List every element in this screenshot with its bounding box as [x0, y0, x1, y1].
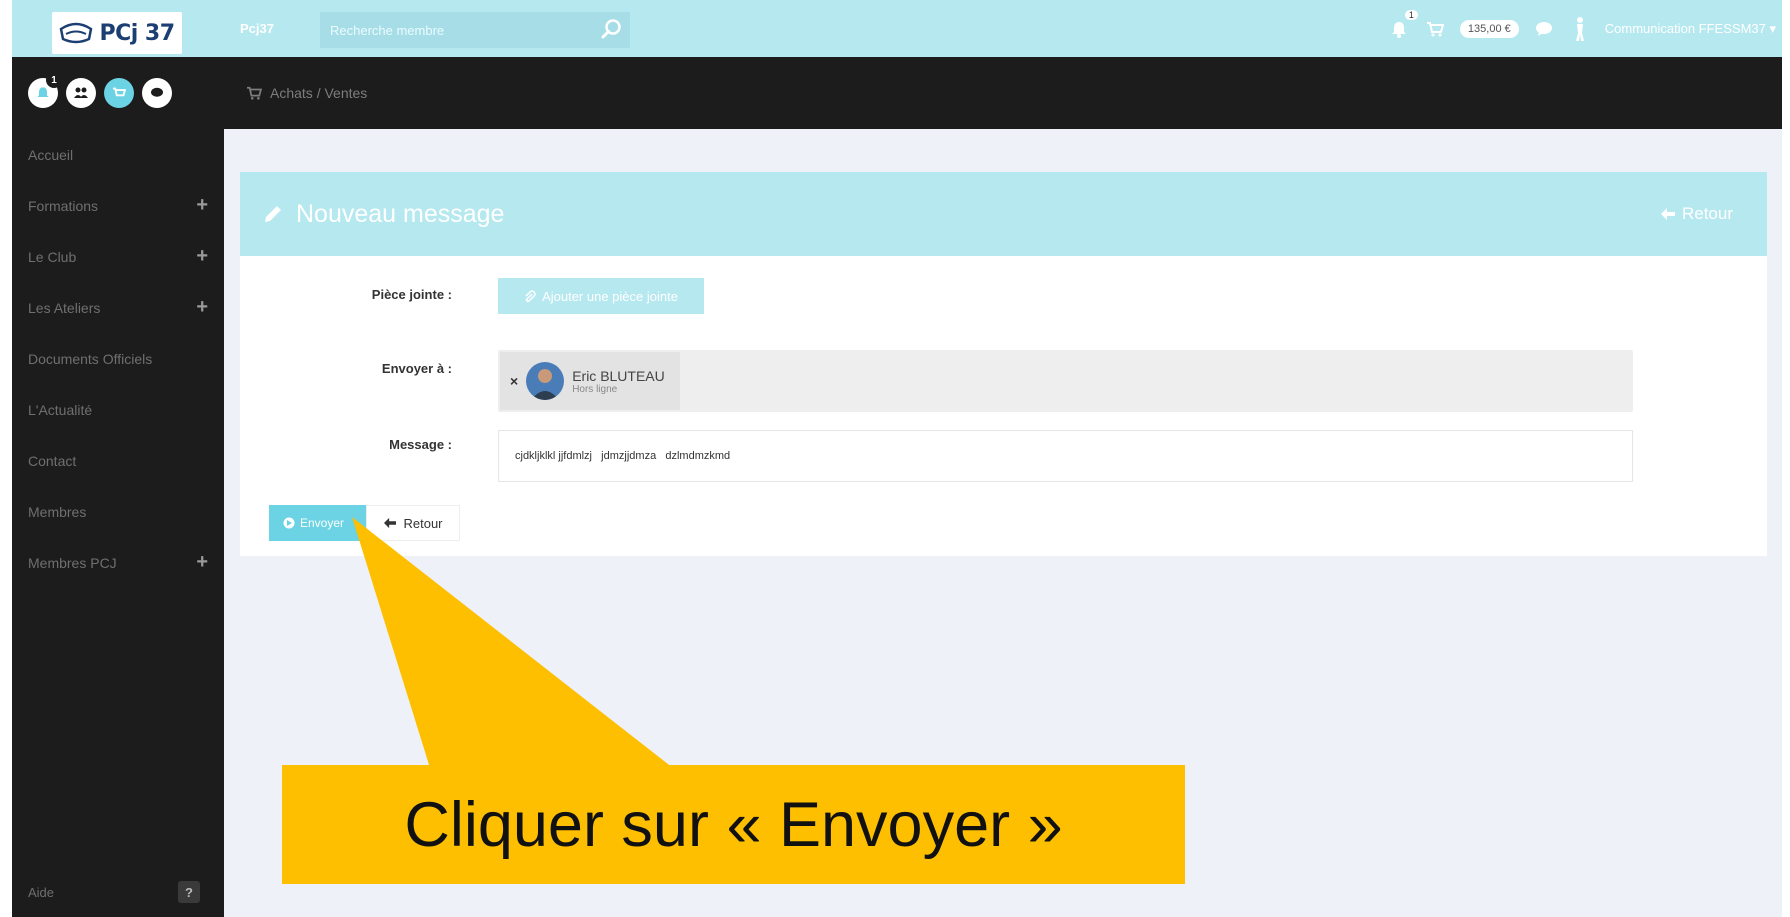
chat-icon [1535, 21, 1552, 36]
sidebar-item-label: Contact [28, 452, 77, 469]
user-avatar[interactable] [1569, 16, 1591, 41]
sidebar-chat-button[interactable] [142, 78, 172, 108]
cart-icon [247, 86, 262, 100]
brand-link[interactable]: Pcj37 [240, 21, 274, 36]
add-attachment-label: Ajouter une pièce jointe [542, 288, 678, 304]
bell-icon [37, 87, 49, 97]
sidebar-cart-button[interactable] [104, 78, 134, 108]
sidebar-item-label: Les Ateliers [28, 299, 101, 316]
diver-icon [1575, 16, 1584, 41]
sidebar-item-membres-pcj[interactable]: Membres PCJ + [12, 537, 224, 588]
attachment-label: Pièce jointe : [371, 287, 452, 302]
paperclip-icon [525, 290, 536, 302]
expand-plus-icon[interactable]: + [196, 296, 208, 319]
recipient-label: Envoyer à : [381, 361, 452, 376]
breadcrumb-label[interactable]: Achats / Ventes [270, 85, 367, 101]
instruction-callout: Cliquer sur « Envoyer » [282, 765, 1185, 884]
message-label: Message : [389, 437, 452, 452]
bell-icon [1391, 21, 1406, 38]
cart-button[interactable] [1424, 18, 1446, 40]
top-right-actions: 1 135,00 € Communication FFESSM37 ▾ [1388, 0, 1782, 57]
sidebar-item-label: Documents Officiels [28, 350, 153, 367]
sidebar-item-les-ateliers[interactable]: Les Ateliers + [12, 282, 224, 333]
expand-plus-icon[interactable]: + [196, 194, 208, 217]
cancel-button-label: Retour [403, 515, 443, 531]
cart-icon [113, 87, 126, 97]
sidebar-notifications-button[interactable]: 1 [28, 72, 62, 108]
expand-plus-icon[interactable]: + [196, 245, 208, 268]
help-icon[interactable]: ? [178, 881, 200, 903]
send-circle-icon [283, 517, 295, 529]
sidebar-help[interactable]: Aide ? [12, 867, 224, 917]
sidebar-item-l-actualit-[interactable]: L'Actualité [12, 384, 224, 435]
recipient-chip: × Eric BLUTEAU Hors ligne [500, 352, 680, 410]
send-button[interactable]: Envoyer [269, 505, 367, 541]
sidebar-nav: Accueil Formations + Le Club + Les Ateliers + D… [12, 129, 224, 588]
send-button-label: Envoyer [300, 516, 345, 530]
expand-plus-icon[interactable]: + [196, 551, 208, 574]
page-title: Nouveau message [296, 199, 505, 228]
sidebar-item-label: Membres PCJ [28, 554, 117, 571]
sidebar-item-label: Membres [28, 503, 87, 520]
sidebar-group-button[interactable] [66, 78, 96, 108]
remove-recipient-icon[interactable]: × [510, 373, 518, 389]
sidebar-item-label: Formations [28, 197, 99, 214]
arrow-left-icon [384, 517, 397, 529]
header-back-label: Retour [1681, 204, 1733, 223]
sidebar-item-label: Accueil [28, 146, 74, 163]
site-logo[interactable]: PCj 37 [52, 12, 182, 54]
chat-icon [151, 87, 163, 97]
mask-logo-icon [60, 22, 93, 44]
recipient-status: Hors ligne [572, 383, 618, 395]
header-back-button[interactable]: Retour [1660, 204, 1733, 224]
group-icon [74, 87, 88, 98]
sidebar: 1 Accueil Formations + Le Club + Les Ateliers… [12, 57, 224, 917]
notification-bell[interactable]: 1 [1388, 9, 1418, 40]
panel-header: Nouveau message Retour [240, 172, 1767, 256]
app-window: PCj 37 Pcj37 1 135,00 € [12, 0, 1782, 917]
top-bar: PCj 37 Pcj37 1 135,00 € [12, 0, 1782, 57]
breadcrumb: Achats / Ventes [224, 57, 1782, 129]
sidebar-item-le-club[interactable]: Le Club + [12, 231, 224, 282]
recipient-name: Eric BLUTEAU [572, 367, 665, 384]
sidebar-item-accueil[interactable]: Accueil [12, 129, 224, 180]
message-input[interactable] [498, 430, 1633, 482]
user-menu[interactable]: Communication FFESSM37 ▾ [1605, 21, 1776, 37]
cancel-button[interactable]: Retour [366, 505, 460, 541]
sidebar-item-label: L'Actualité [28, 401, 93, 418]
notification-count: 1 [1404, 9, 1418, 20]
messages-button[interactable] [1533, 18, 1555, 40]
arrow-left-icon [1660, 208, 1675, 220]
sidebar-item-membres[interactable]: Membres [12, 486, 224, 537]
search-icon[interactable] [599, 18, 623, 42]
logo-text: PCj 37 [99, 20, 175, 46]
sidebar-item-formations[interactable]: Formations + [12, 180, 224, 231]
avatar [526, 362, 565, 400]
sidebar-quick-icons: 1 [12, 57, 224, 129]
callout-text: Cliquer sur « Envoyer » [404, 789, 1063, 860]
recipient-field[interactable]: × Eric BLUTEAU Hors ligne [498, 350, 1633, 412]
member-search-input[interactable] [320, 12, 630, 48]
sidebar-notification-count: 1 [46, 72, 62, 88]
sidebar-item-label: Le Club [28, 248, 77, 265]
cart-amount[interactable]: 135,00 € [1459, 19, 1519, 38]
help-label: Aide [28, 884, 55, 900]
pencil-icon [265, 206, 281, 222]
sidebar-item-contact[interactable]: Contact [12, 435, 224, 486]
cart-icon [1426, 21, 1444, 36]
sidebar-item-documents-officiels[interactable]: Documents Officiels [12, 333, 224, 384]
add-attachment-button[interactable]: Ajouter une pièce jointe [498, 278, 704, 314]
